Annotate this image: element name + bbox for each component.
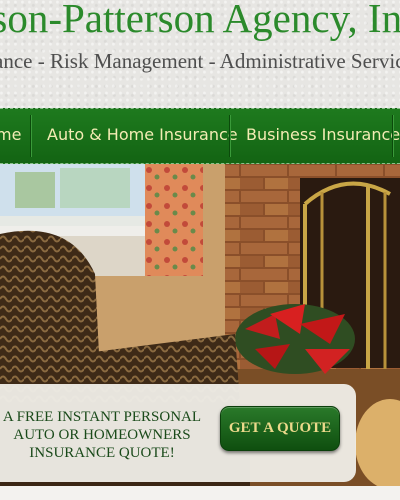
nav-divider (392, 115, 393, 157)
quote-promo-line: AUTO OR HOMEOWNERS (13, 427, 191, 443)
main-navigation: me Auto & Home Insurance Business Insura… (0, 108, 400, 164)
nav-item-home[interactable]: me (0, 124, 21, 146)
quote-callout: A FREE INSTANT PERSONAL AUTO OR HOMEOWNE… (0, 384, 356, 482)
agency-title[interactable]: lson-Patterson Agency, In (0, 0, 400, 40)
quote-promo-text: A FREE INSTANT PERSONAL AUTO OR HOMEOWNE… (0, 408, 216, 462)
agency-tagline: ance - Risk Management - Administrative … (0, 49, 400, 73)
page-footer-strip (0, 486, 400, 500)
quote-promo-line: INSURANCE QUOTE! (29, 445, 175, 461)
nav-item-auto-home-insurance[interactable]: Auto & Home Insurance (47, 124, 238, 146)
site-header: lson-Patterson Agency, In ance - Risk Ma… (0, 0, 400, 108)
nav-divider (30, 115, 31, 157)
nav-item-business-insurance[interactable]: Business Insurance (246, 124, 400, 146)
get-a-quote-button[interactable]: GET A QUOTE (220, 406, 340, 451)
nav-divider (229, 115, 230, 157)
quote-promo-line: A FREE INSTANT PERSONAL (2, 409, 202, 425)
